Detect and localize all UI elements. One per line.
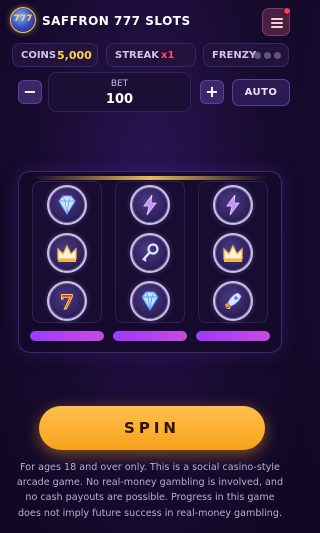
menu-button[interactable] <box>262 7 291 36</box>
frenzy-stat: FRENZY <box>203 43 289 67</box>
frenzy-label: FRENZY <box>212 50 257 61</box>
hamburger-icon-line <box>271 22 283 24</box>
top-glow-line <box>32 176 268 180</box>
increase-bet-button[interactable]: + <box>200 80 224 104</box>
game-title: SAFFRON 777 SLOTS <box>42 14 191 28</box>
seven-icon: 7 <box>47 281 87 321</box>
game-logo: 777 <box>10 7 36 33</box>
crown-icon <box>47 233 87 273</box>
diamond-icon <box>47 185 87 225</box>
reel-3-bar <box>196 331 270 341</box>
lightning-icon <box>213 185 253 225</box>
reel-1-bar <box>30 331 104 341</box>
streak-stat: STREAK x1 <box>106 43 196 67</box>
header-bar: 777 SAFFRON 777 SLOTS <box>0 0 300 42</box>
spin-button[interactable]: SPIN <box>39 406 265 450</box>
logo-text: 777 <box>13 14 33 24</box>
bet-value: 100 <box>105 92 134 107</box>
frenzy-dot <box>274 52 281 59</box>
diamond-icon <box>130 281 170 321</box>
crown-icon <box>213 233 253 273</box>
rocket-icon <box>213 281 253 321</box>
age-disclaimer: For ages 18 and over only. This is a soc… <box>16 462 284 519</box>
coins-label: COINS <box>21 50 57 61</box>
frenzy-dot <box>254 52 261 59</box>
coins-value: 5,000 <box>57 49 92 62</box>
bet-label: BET <box>110 79 129 89</box>
streak-label: STREAK <box>115 50 160 61</box>
frenzy-dot <box>264 52 271 59</box>
hamburger-icon <box>271 18 283 20</box>
decrease-bet-button[interactable]: − <box>18 80 42 104</box>
bet-display: BET 100 <box>48 72 191 112</box>
reel-2-bar <box>113 331 187 341</box>
auto-spin-button[interactable]: AUTO <box>232 79 290 106</box>
key-icon <box>130 233 170 273</box>
streak-value: x1 <box>161 50 175 61</box>
hamburger-icon-line <box>271 26 283 28</box>
svg-text:7: 7 <box>60 290 74 314</box>
lightning-icon <box>130 185 170 225</box>
notification-dot <box>283 7 291 15</box>
coins-stat: COINS 5,000 <box>12 43 98 67</box>
